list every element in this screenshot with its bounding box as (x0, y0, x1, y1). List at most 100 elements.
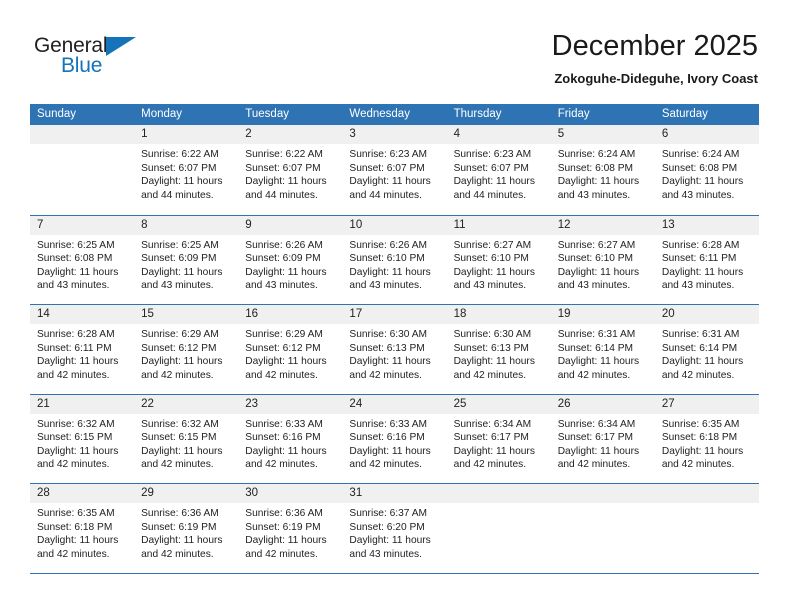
calendar-day-cell[interactable]: 4 Sunrise: 6:23 AM Sunset: 6:07 PM Daylight… (446, 125, 551, 215)
calendar-day-cell[interactable]: 2 Sunrise: 6:22 AM Sunset: 6:07 PM Daylight… (238, 125, 343, 215)
daylight-duration-line1: Daylight: 11 hours (349, 176, 431, 188)
day-number-band: 2 (238, 125, 343, 144)
day-number: 28 (37, 487, 50, 499)
sunset-time: Sunset: 6:09 PM (141, 253, 217, 265)
day-details: Sunrise: 6:24 AM Sunset: 6:08 PM Daylight:… (551, 144, 655, 202)
sunrise-time: Sunrise: 6:22 AM (245, 149, 323, 160)
calendar-day-cell[interactable]: 31 Sunrise: 6:37 AM Sunset: 6:20 PM Dayligh… (342, 484, 447, 573)
calendar-day-cell[interactable]: 14 Sunrise: 6:28 AM Sunset: 6:11 PM Dayligh… (30, 305, 135, 394)
calendar-day-cell[interactable]: 7 Sunrise: 6:25 AM Sunset: 6:08 PM Daylight… (30, 215, 135, 305)
sunrise-time: Sunrise: 6:34 AM (557, 418, 636, 430)
calendar-day-cell[interactable]: 5 Sunrise: 6:24 AM Sunset: 6:08 PM Daylight… (550, 125, 655, 215)
sunset-time: Sunset: 6:17 PM (453, 432, 529, 444)
calendar-day-cell[interactable]: 27 Sunrise: 6:35 AM Sunset: 6:18 PM Dayligh… (654, 394, 759, 484)
daylight-duration-line1: Daylight: 11 hours (453, 445, 535, 457)
calendar-day-cell[interactable]: 3 Sunrise: 6:23 AM Sunset: 6:07 PM Daylight… (342, 125, 447, 215)
calendar-day-cell[interactable]: 25 Sunrise: 6:34 AM Sunset: 6:17 PM Dayligh… (446, 394, 551, 484)
calendar-page: General Blue December 2025 Zokoguhe-Dide… (0, 0, 792, 612)
day-number: 21 (37, 397, 50, 410)
day-number-band: 1 (134, 125, 239, 144)
day-number: 9 (245, 218, 252, 231)
daylight-duration-line1: Daylight: 11 hours (557, 266, 640, 278)
daylight-duration-line1: Daylight: 11 hours (245, 535, 327, 547)
day-number-band: 14 (30, 305, 135, 324)
sunset-time: Sunset: 6:10 PM (453, 253, 529, 265)
calendar-day-cell[interactable]: 16 Sunrise: 6:29 AM Sunset: 6:12 PM Dayligh… (238, 305, 343, 394)
sunset-time: Sunset: 6:15 PM (37, 432, 113, 444)
day-number: 23 (245, 397, 259, 410)
calendar-day-cell[interactable]: 20 Sunrise: 6:31 AM Sunset: 6:14 PM Dayligh… (654, 305, 759, 394)
daylight-duration-line2: and 43 minutes. (453, 280, 527, 292)
calendar-day-cell[interactable]: 29 Sunrise: 6:36 AM Sunset: 6:19 PM Dayligh… (134, 484, 239, 573)
calendar-day-cell[interactable]: 26 Sunrise: 6:34 AM Sunset: 6:17 PM Dayligh… (550, 394, 655, 484)
calendar-day-cell[interactable]: 22 Sunrise: 6:32 AM Sunset: 6:15 PM Dayligh… (134, 394, 239, 484)
calendar-day-cell[interactable]: 23 Sunrise: 6:33 AM Sunset: 6:16 PM Dayligh… (238, 394, 343, 484)
calendar-day-cell[interactable]: 28 Sunrise: 6:35 AM Sunset: 6:18 PM Dayligh… (30, 484, 135, 573)
day-number: 10 (349, 218, 363, 231)
calendar-day-cell-empty (30, 125, 135, 215)
calendar-day-cell[interactable]: 30 Sunrise: 6:36 AM Sunset: 6:19 PM Dayligh… (238, 484, 343, 573)
daylight-duration-line2: and 43 minutes. (245, 280, 318, 292)
daylight-duration-line1: Daylight: 11 hours (453, 356, 535, 368)
sunset-time: Sunset: 6:19 PM (245, 521, 321, 533)
sunset-time: Sunset: 6:07 PM (141, 162, 217, 174)
calendar-day-cell[interactable]: 21 Sunrise: 6:32 AM Sunset: 6:15 PM Dayligh… (30, 394, 135, 484)
sunset-time: Sunset: 6:07 PM (349, 162, 425, 174)
day-number: 11 (453, 218, 466, 231)
daylight-duration-line1: Daylight: 11 hours (661, 356, 744, 368)
daylight-duration-line2: and 42 minutes. (245, 459, 318, 471)
triangle-icon (106, 37, 137, 56)
sunrise-time: Sunrise: 6:33 AM (349, 418, 428, 430)
daylight-duration-line1: Daylight: 11 hours (37, 535, 119, 547)
day-number: 7 (37, 218, 44, 231)
day-details: Sunrise: 6:23 AM Sunset: 6:07 PM Daylight:… (342, 144, 446, 202)
daylight-duration-line2: and 42 minutes. (453, 459, 527, 471)
sunrise-time: Sunrise: 6:37 AM (349, 508, 428, 519)
logo-line-2: Blue (34, 55, 214, 79)
sunrise-time: Sunrise: 6:29 AM (141, 329, 219, 340)
weekday-header-row: Sunday Monday Tuesday Wednesday Thursday… (30, 104, 759, 125)
day-number-band: 17 (342, 305, 447, 324)
calendar-week-row: 1 Sunrise: 6:22 AM Sunset: 6:07 PM Daylight… (30, 125, 759, 215)
calendar-day-cell[interactable]: 11 Sunrise: 6:27 AM Sunset: 6:10 PM Dayligh… (446, 215, 551, 305)
weekday-header-thursday: Thursday (453, 108, 502, 120)
daylight-duration-line1: Daylight: 11 hours (141, 356, 223, 368)
calendar-day-cell[interactable]: 19 Sunrise: 6:31 AM Sunset: 6:14 PM Dayligh… (550, 305, 655, 394)
day-number: 16 (245, 308, 259, 320)
sunset-time: Sunset: 6:07 PM (245, 162, 321, 174)
calendar-day-cell[interactable]: 15 Sunrise: 6:29 AM Sunset: 6:12 PM Dayligh… (134, 305, 239, 394)
calendar-day-cell[interactable]: 10 Sunrise: 6:26 AM Sunset: 6:10 PM Dayligh… (342, 215, 447, 305)
calendar-day-cell[interactable]: 12 Sunrise: 6:27 AM Sunset: 6:10 PM Dayligh… (550, 215, 655, 305)
sunrise-time: Sunrise: 6:24 AM (661, 149, 740, 160)
daylight-duration-line1: Daylight: 11 hours (141, 266, 223, 278)
sunrise-time: Sunrise: 6:35 AM (661, 418, 740, 430)
calendar-day-cell[interactable]: 1 Sunrise: 6:22 AM Sunset: 6:07 PM Daylight… (134, 125, 239, 215)
daylight-duration-line2: and 43 minutes. (661, 189, 735, 201)
day-details: Sunrise: 6:27 AM Sunset: 6:10 PM Daylight:… (551, 235, 655, 293)
daylight-duration-line2: and 43 minutes. (37, 280, 110, 292)
calendar-day-cell[interactable]: 8 Sunrise: 6:25 AM Sunset: 6:09 PM Daylight… (134, 215, 239, 305)
calendar-day-cell[interactable]: 17 Sunrise: 6:30 AM Sunset: 6:13 PM Dayligh… (342, 305, 447, 394)
calendar-day-cell[interactable]: 9 Sunrise: 6:26 AM Sunset: 6:09 PM Daylight… (238, 215, 343, 305)
calendar-day-cell[interactable]: 13 Sunrise: 6:28 AM Sunset: 6:11 PM Dayligh… (654, 215, 759, 305)
page-title: December 2025 (551, 30, 758, 62)
day-number: 15 (141, 308, 154, 320)
day-number-band: 4 (446, 125, 551, 144)
calendar-day-cell[interactable]: 24 Sunrise: 6:33 AM Sunset: 6:16 PM Dayligh… (342, 394, 447, 484)
weekday-header-friday: Friday (557, 108, 590, 120)
daylight-duration-line1: Daylight: 11 hours (453, 176, 535, 188)
generalblue-logo[interactable]: General Blue (34, 34, 214, 84)
sunrise-time: Sunrise: 6:28 AM (37, 329, 115, 340)
sunset-time: Sunset: 6:14 PM (661, 342, 738, 354)
sunrise-time: Sunrise: 6:23 AM (453, 149, 532, 160)
day-details: Sunrise: 6:28 AM Sunset: 6:11 PM Daylight:… (30, 324, 134, 382)
calendar-day-cell[interactable]: 6 Sunrise: 6:24 AM Sunset: 6:08 PM Daylight… (654, 125, 759, 215)
calendar-day-cell-empty (446, 484, 551, 573)
day-number: 27 (661, 397, 675, 410)
day-number: 4 (453, 128, 460, 140)
sunset-time: Sunset: 6:16 PM (349, 432, 425, 444)
day-details: Sunrise: 6:36 AM Sunset: 6:19 PM Daylight:… (134, 503, 238, 561)
day-number-band: 10 (342, 215, 447, 235)
calendar-day-cell[interactable]: 18 Sunrise: 6:30 AM Sunset: 6:13 PM Dayligh… (446, 305, 551, 394)
day-number-band (550, 484, 655, 503)
